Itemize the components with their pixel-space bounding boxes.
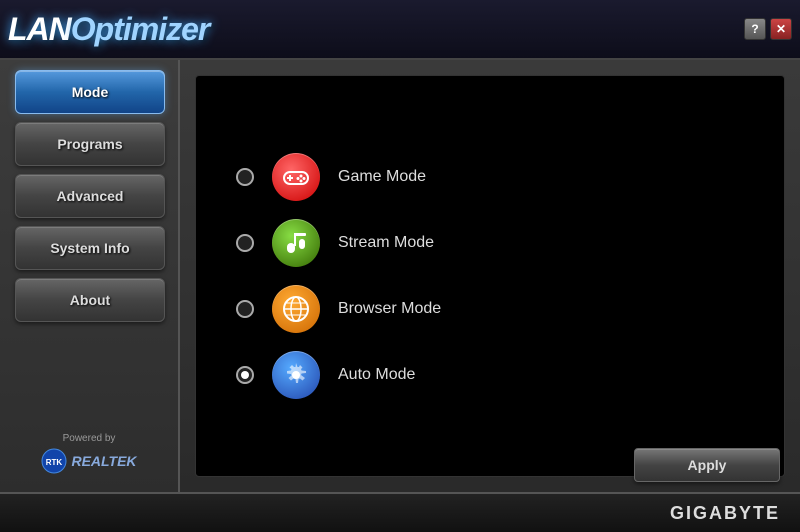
- sidebar-item-advanced[interactable]: Advanced: [15, 174, 165, 218]
- mode-item-game[interactable]: Game Mode: [236, 153, 744, 201]
- stream-mode-icon: [272, 219, 320, 267]
- radio-game[interactable]: [236, 168, 254, 186]
- title-bar: LANOptimizer ? ✕: [0, 0, 800, 60]
- gamepad-icon: [282, 166, 310, 188]
- logo-optimizer: Optimizer: [71, 11, 210, 47]
- logo-area: LANOptimizer: [8, 11, 209, 48]
- radio-stream[interactable]: [236, 234, 254, 252]
- svg-text:RTK: RTK: [46, 458, 63, 467]
- sidebar-item-system-info[interactable]: System Info: [15, 226, 165, 270]
- stream-mode-label: Stream Mode: [338, 234, 434, 252]
- game-mode-icon: [272, 153, 320, 201]
- mode-item-stream[interactable]: Stream Mode: [236, 219, 744, 267]
- browser-mode-icon: [272, 285, 320, 333]
- apply-container: Apply: [634, 448, 780, 482]
- powered-by-area: Powered by RTK REALTEK: [15, 433, 163, 482]
- browser-mode-label: Browser Mode: [338, 300, 441, 318]
- auto-mode-icon: [272, 351, 320, 399]
- gigabyte-brand: GIGABYTE: [670, 503, 780, 524]
- stream-icon: [283, 229, 309, 257]
- bottom-bar: GIGABYTE: [0, 492, 800, 532]
- realtek-brand-text: REALTEK: [71, 453, 136, 469]
- sidebar-item-programs[interactable]: Programs: [15, 122, 165, 166]
- globe-icon: [281, 294, 311, 324]
- radio-auto-selected: [241, 371, 249, 379]
- realtek-logo-icon: RTK: [41, 448, 67, 474]
- app-logo: LANOptimizer: [8, 11, 209, 48]
- gear-icon: [282, 361, 310, 389]
- main-container: Mode Programs Advanced System Info About…: [0, 60, 800, 492]
- help-button[interactable]: ?: [744, 18, 766, 40]
- title-controls: ? ✕: [744, 18, 792, 40]
- mode-item-browser[interactable]: Browser Mode: [236, 285, 744, 333]
- radio-browser[interactable]: [236, 300, 254, 318]
- powered-by-text: Powered by: [63, 433, 116, 444]
- game-mode-label: Game Mode: [338, 168, 426, 186]
- close-button[interactable]: ✕: [770, 18, 792, 40]
- logo-lan: LAN: [8, 11, 71, 47]
- sidebar-item-mode[interactable]: Mode: [15, 70, 165, 114]
- apply-button[interactable]: Apply: [634, 448, 780, 482]
- radio-auto[interactable]: [236, 366, 254, 384]
- sidebar-item-about[interactable]: About: [15, 278, 165, 322]
- auto-mode-label: Auto Mode: [338, 366, 415, 384]
- mode-item-auto[interactable]: Auto Mode: [236, 351, 744, 399]
- sidebar: Mode Programs Advanced System Info About…: [0, 60, 180, 492]
- content-area: Game Mode Stream Mode: [195, 75, 785, 477]
